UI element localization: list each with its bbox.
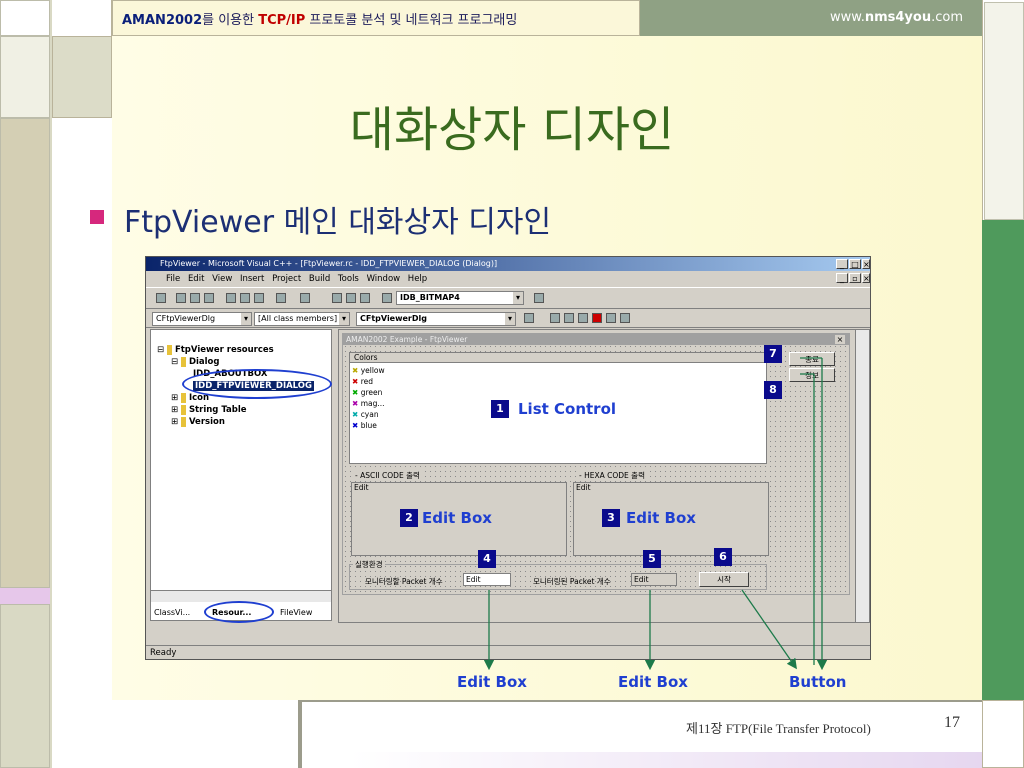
arrow-start-button (741, 589, 797, 670)
bottom-label-button: Button (789, 673, 847, 691)
callout-arrows (483, 357, 828, 671)
bottom-label-edit-box-1: Edit Box (457, 673, 527, 691)
page-number: 17 (944, 714, 960, 731)
slide-footer: 제11장 FTP(File Transfer Protocol) (686, 721, 871, 736)
bottom-label-edit-box-2: Edit Box (618, 673, 688, 691)
